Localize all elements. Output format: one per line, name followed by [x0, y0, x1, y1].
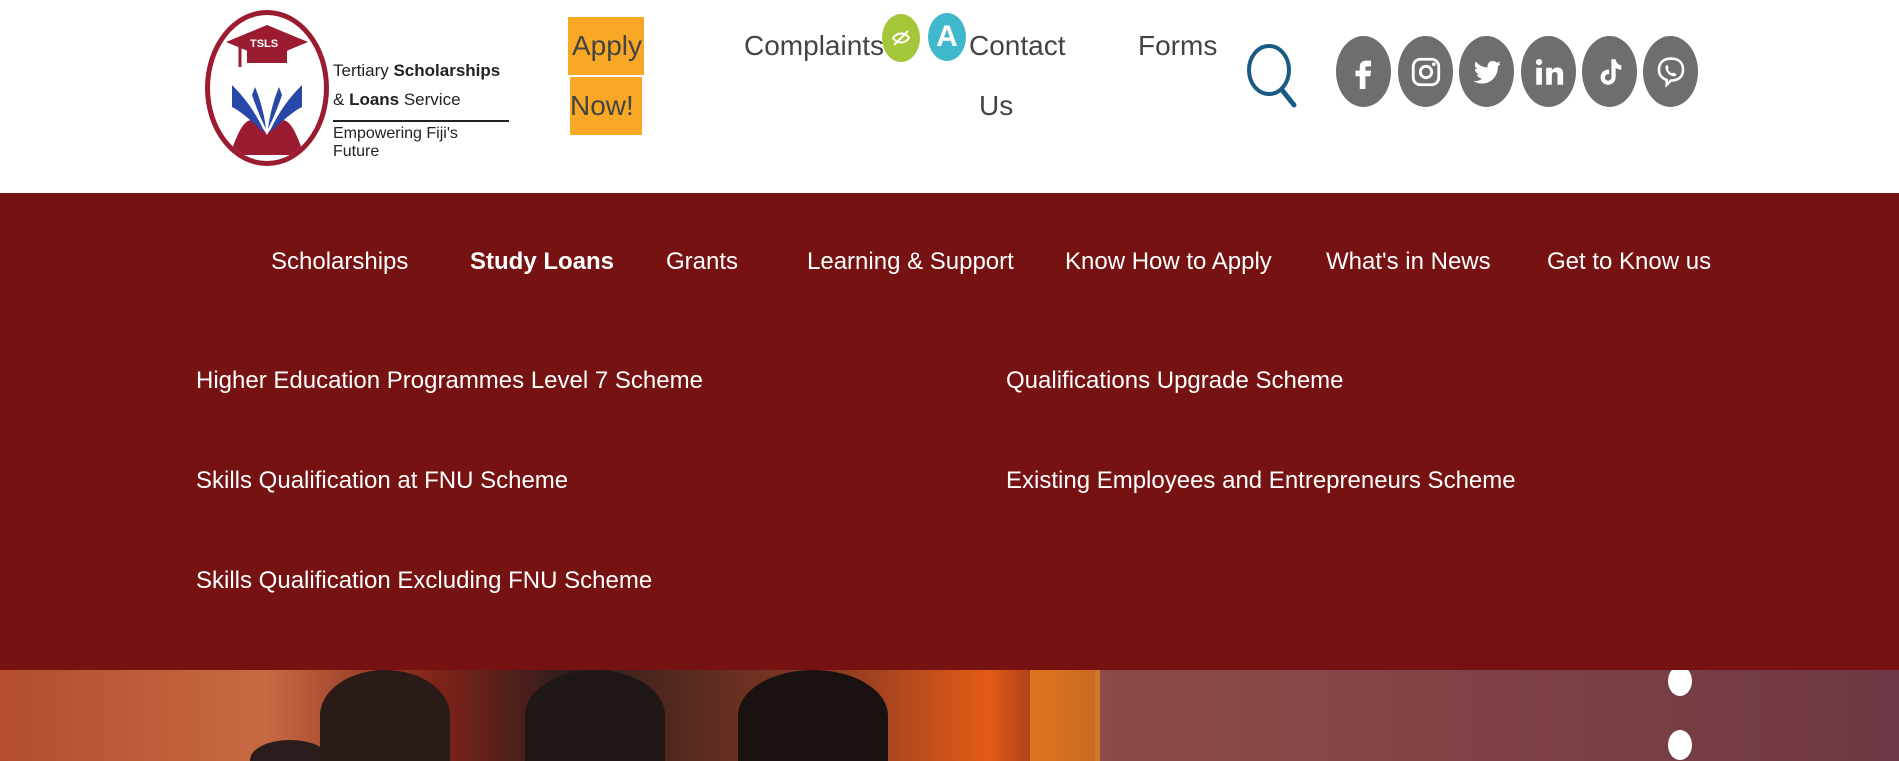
facebook-link[interactable] [1336, 36, 1391, 107]
tiktok-link[interactable] [1582, 36, 1637, 107]
apply-now-line2: Now! [570, 77, 642, 135]
search-button[interactable] [1245, 40, 1297, 108]
nav-item-know-how-to-apply[interactable]: Know How to Apply [1065, 248, 1272, 276]
nav-item-learning-support[interactable]: Learning & Support [807, 248, 1014, 276]
linkedin-icon [1535, 58, 1563, 85]
hero-banner-image [0, 670, 1899, 761]
font-size-icon: A [936, 20, 958, 53]
hero-curtain [1030, 670, 1100, 761]
viber-icon [1657, 56, 1684, 88]
instagram-link[interactable] [1398, 36, 1453, 107]
nav-item-scholarships[interactable]: Scholarships [271, 248, 408, 276]
hero-person [525, 670, 665, 761]
contact-us-link-line2[interactable]: Us [979, 90, 1013, 122]
logo-line2-bold: Loans [349, 90, 400, 109]
logo-tagline: Empowering Fiji's Future [333, 125, 458, 160]
hero-person [738, 670, 888, 761]
tsls-logo[interactable]: TSLS Tertiary Scholarships & Loans Servi… [205, 10, 509, 170]
logo-line1-bold: Scholarships [393, 61, 501, 80]
submenu-higher-education-level7[interactable]: Higher Education Programmes Level 7 Sche… [196, 367, 703, 395]
twitter-link[interactable] [1459, 36, 1514, 107]
logo-badge-text: TSLS [250, 38, 279, 50]
apply-now-button[interactable]: Apply Now! [568, 17, 644, 136]
hero-person [320, 670, 450, 761]
facebook-icon [1355, 60, 1371, 89]
main-navigation: Scholarships Study Loans Grants Learning… [0, 193, 1899, 338]
carousel-dot[interactable] [1668, 730, 1692, 760]
accessibility-toggle-button[interactable] [882, 14, 920, 62]
logo-line1-regular: Tertiary [333, 61, 394, 80]
twitter-icon [1473, 60, 1501, 84]
logo-line2-suffix: Service [399, 90, 461, 109]
submenu-qualifications-upgrade[interactable]: Qualifications Upgrade Scheme [1006, 367, 1344, 395]
tiktok-icon [1600, 58, 1621, 85]
hero-person [250, 740, 330, 761]
hero-background [1095, 670, 1899, 761]
contact-us-link-line1[interactable]: Contact [969, 30, 1066, 62]
font-size-button[interactable]: A [928, 13, 966, 61]
mega-menu: Scholarships Study Loans Grants Learning… [0, 193, 1899, 670]
nav-item-study-loans[interactable]: Study Loans [470, 248, 614, 276]
graduation-emblem-icon [226, 25, 308, 155]
logo-name: Tertiary Scholarships & Loans Service [333, 56, 500, 114]
complaints-link[interactable]: Complaints [744, 30, 884, 62]
submenu-skills-qualification-excluding-fnu[interactable]: Skills Qualification Excluding FNU Schem… [196, 567, 652, 595]
hide-images-icon [891, 30, 911, 46]
logo-divider [333, 120, 509, 122]
nav-item-whats-in-news[interactable]: What's in News [1326, 248, 1491, 276]
nav-item-get-to-know-us[interactable]: Get to Know us [1547, 248, 1711, 276]
submenu-existing-employees-entrepreneurs[interactable]: Existing Employees and Entrepreneurs Sch… [1006, 467, 1516, 495]
forms-link[interactable]: Forms [1138, 30, 1217, 62]
site-header: TSLS Tertiary Scholarships & Loans Servi… [0, 0, 1899, 193]
linkedin-link[interactable] [1521, 36, 1576, 107]
submenu-skills-qualification-fnu[interactable]: Skills Qualification at FNU Scheme [196, 467, 568, 495]
nav-item-grants[interactable]: Grants [666, 248, 738, 276]
logo-emblem [205, 10, 329, 166]
search-icon [1247, 44, 1297, 108]
apply-now-line1: Apply [568, 17, 644, 75]
viber-link[interactable] [1643, 36, 1698, 107]
instagram-icon [1411, 57, 1440, 86]
logo-line2-regular: & [333, 90, 350, 109]
